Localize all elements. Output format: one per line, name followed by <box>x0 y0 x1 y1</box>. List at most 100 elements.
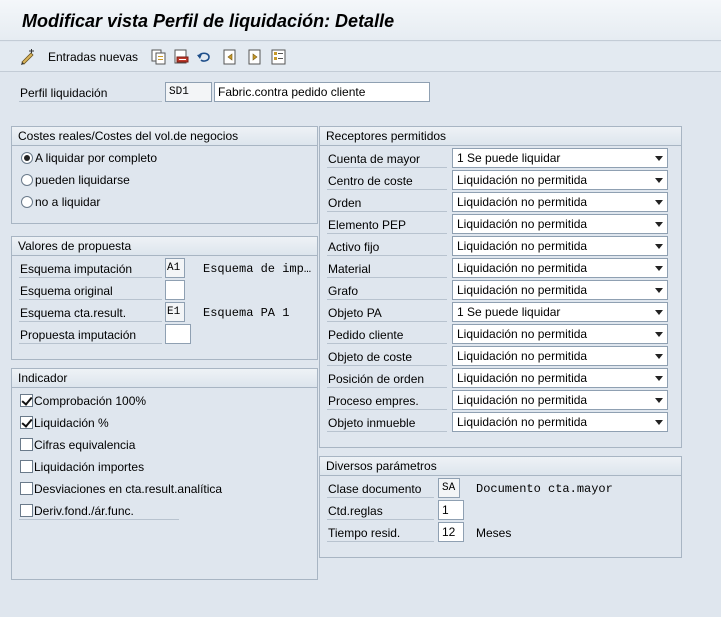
receptor-label: Pedido cliente <box>328 328 404 342</box>
select-all-icon <box>271 49 286 65</box>
tiempo-resid-underline <box>327 541 434 542</box>
esquema-imputacion-field[interactable]: A1 <box>165 258 185 278</box>
checkbox-liquidacion-importes[interactable] <box>20 460 33 473</box>
receptor-dropdown[interactable]: Liquidación no permitida <box>452 390 668 410</box>
receptor-label-underline <box>327 255 447 256</box>
delete-icon <box>174 49 189 64</box>
receptor-label-underline <box>327 299 447 300</box>
esquema-cta-result-desc: Esquema PA 1 <box>203 306 290 320</box>
checkbox-cifras-equivalencia-label: Cifras equivalencia <box>34 438 136 452</box>
esquema-imputacion-label: Esquema imputación <box>20 262 133 276</box>
new-entries-label: Entradas nuevas <box>48 50 139 64</box>
chevron-down-icon[interactable] <box>655 354 663 359</box>
clase-documento-field[interactable]: SA <box>438 478 460 498</box>
receptor-dropdown-value: Liquidación no permitida <box>457 371 588 385</box>
clase-documento-desc: Documento cta.mayor <box>476 482 613 496</box>
receptor-dropdown[interactable]: 1 Se puede liquidar <box>452 148 668 168</box>
checkbox-desviaciones-label: Desviaciones en cta.result.analítica <box>34 482 223 496</box>
checkbox-deriv-fond[interactable] <box>20 504 33 517</box>
next-entry-button[interactable] <box>247 48 265 66</box>
checkbox-comprobacion-label: Comprobación 100% <box>34 394 147 408</box>
tiempo-resid-field[interactable]: 12 <box>438 522 464 542</box>
receptor-dropdown[interactable]: Liquidación no permitida <box>452 192 668 212</box>
receptor-dropdown-value: 1 Se puede liquidar <box>457 305 561 319</box>
chevron-down-icon[interactable] <box>655 398 663 403</box>
esquema-cta-result-field[interactable]: E1 <box>165 302 185 322</box>
chevron-down-icon[interactable] <box>655 178 663 183</box>
receptor-dropdown-value: Liquidación no permitida <box>457 283 588 297</box>
chevron-down-icon[interactable] <box>655 310 663 315</box>
copy-button[interactable] <box>151 48 169 66</box>
esquema-imputacion-desc: Esquema de imp… <box>203 262 312 276</box>
receptor-dropdown[interactable]: Liquidación no permitida <box>452 258 668 278</box>
receptor-label: Grafo <box>328 284 359 298</box>
chevron-down-icon[interactable] <box>655 420 663 425</box>
receptor-label-underline <box>327 211 447 212</box>
undo-button[interactable] <box>196 48 214 66</box>
receptor-dropdown-value: Liquidación no permitida <box>457 349 588 363</box>
checkbox-cifras-equivalencia[interactable] <box>20 438 33 451</box>
receptor-dropdown[interactable]: 1 Se puede liquidar <box>452 302 668 322</box>
receptor-dropdown[interactable]: Liquidación no permitida <box>452 236 668 256</box>
receptores-panel-header: Receptores permitidos <box>320 127 681 146</box>
chevron-down-icon[interactable] <box>655 332 663 337</box>
chevron-down-icon[interactable] <box>655 222 663 227</box>
chevron-down-icon[interactable] <box>655 376 663 381</box>
radio-pueden-liquidarse-label: pueden liquidarse <box>35 173 130 187</box>
receptor-label-underline <box>327 321 447 322</box>
profile-code-field[interactable]: SD1 <box>165 82 212 102</box>
diversos-panel-header: Diversos parámetros <box>320 457 681 476</box>
receptor-dropdown[interactable]: Liquidación no permitida <box>452 170 668 190</box>
checkbox-liquidacion-pct[interactable] <box>20 416 33 429</box>
profile-description-field[interactable]: Fabric.contra pedido cliente <box>214 82 430 102</box>
receptor-label-underline <box>327 343 447 344</box>
chevron-down-icon[interactable] <box>655 288 663 293</box>
clase-documento-label: Clase documento <box>328 482 422 496</box>
delete-button[interactable] <box>173 48 191 66</box>
receptor-label: Objeto de coste <box>328 350 413 364</box>
receptor-dropdown-value: 1 Se puede liquidar <box>457 151 561 165</box>
indicador-panel-header: Indicador <box>12 369 317 388</box>
chevron-down-icon[interactable] <box>655 200 663 205</box>
receptor-dropdown-value: Liquidación no permitida <box>457 239 588 253</box>
esquema-cta-result-label: Esquema cta.result. <box>20 306 127 320</box>
radio-no-liquidar[interactable] <box>21 196 33 208</box>
checkbox-desviaciones[interactable] <box>20 482 33 495</box>
radio-pueden-liquidarse[interactable] <box>21 174 33 186</box>
receptor-dropdown[interactable]: Liquidación no permitida <box>452 412 668 432</box>
receptor-dropdown[interactable]: Liquidación no permitida <box>452 324 668 344</box>
chevron-down-icon[interactable] <box>655 156 663 161</box>
clase-documento-underline <box>327 497 434 498</box>
propuesta-imputacion-label: Propuesta imputación <box>20 328 137 342</box>
previous-entry-icon <box>223 49 236 65</box>
costes-panel-header: Costes reales/Costes del vol.de negocios <box>12 127 317 146</box>
checkbox-liquidacion-importes-label: Liquidación importes <box>34 460 145 474</box>
new-entries-button[interactable]: Entradas nuevas <box>48 48 148 66</box>
esquema-cta-result-underline <box>19 321 162 322</box>
radio-a-liquidar-label: A liquidar por completo <box>35 151 158 165</box>
receptor-dropdown-value: Liquidación no permitida <box>457 195 588 209</box>
chevron-down-icon[interactable] <box>655 266 663 271</box>
edit-toggle-icon <box>21 49 34 65</box>
receptor-dropdown[interactable]: Liquidación no permitida <box>452 368 668 388</box>
esquema-original-field[interactable] <box>165 280 185 300</box>
profile-label: Perfil liquidación <box>20 86 108 100</box>
chevron-down-icon[interactable] <box>655 244 663 249</box>
receptor-dropdown[interactable]: Liquidación no permitida <box>452 214 668 234</box>
previous-entry-button[interactable] <box>222 48 240 66</box>
receptor-label: Material <box>328 262 371 276</box>
deriv-fond-underline <box>19 519 179 520</box>
copy-icon <box>151 49 166 65</box>
receptor-label-underline <box>327 409 447 410</box>
undo-icon <box>197 52 210 62</box>
radio-a-liquidar[interactable] <box>21 152 33 164</box>
checkbox-comprobacion[interactable] <box>20 394 33 407</box>
receptor-dropdown-value: Liquidación no permitida <box>457 415 588 429</box>
receptor-dropdown[interactable]: Liquidación no permitida <box>452 280 668 300</box>
edit-toggle-button[interactable] <box>20 48 38 66</box>
ctd-reglas-field[interactable]: 1 <box>438 500 464 520</box>
receptor-dropdown[interactable]: Liquidación no permitida <box>452 346 668 366</box>
ctd-reglas-label: Ctd.reglas <box>328 504 383 518</box>
select-all-button[interactable] <box>271 48 289 66</box>
propuesta-imputacion-field[interactable] <box>165 324 191 344</box>
